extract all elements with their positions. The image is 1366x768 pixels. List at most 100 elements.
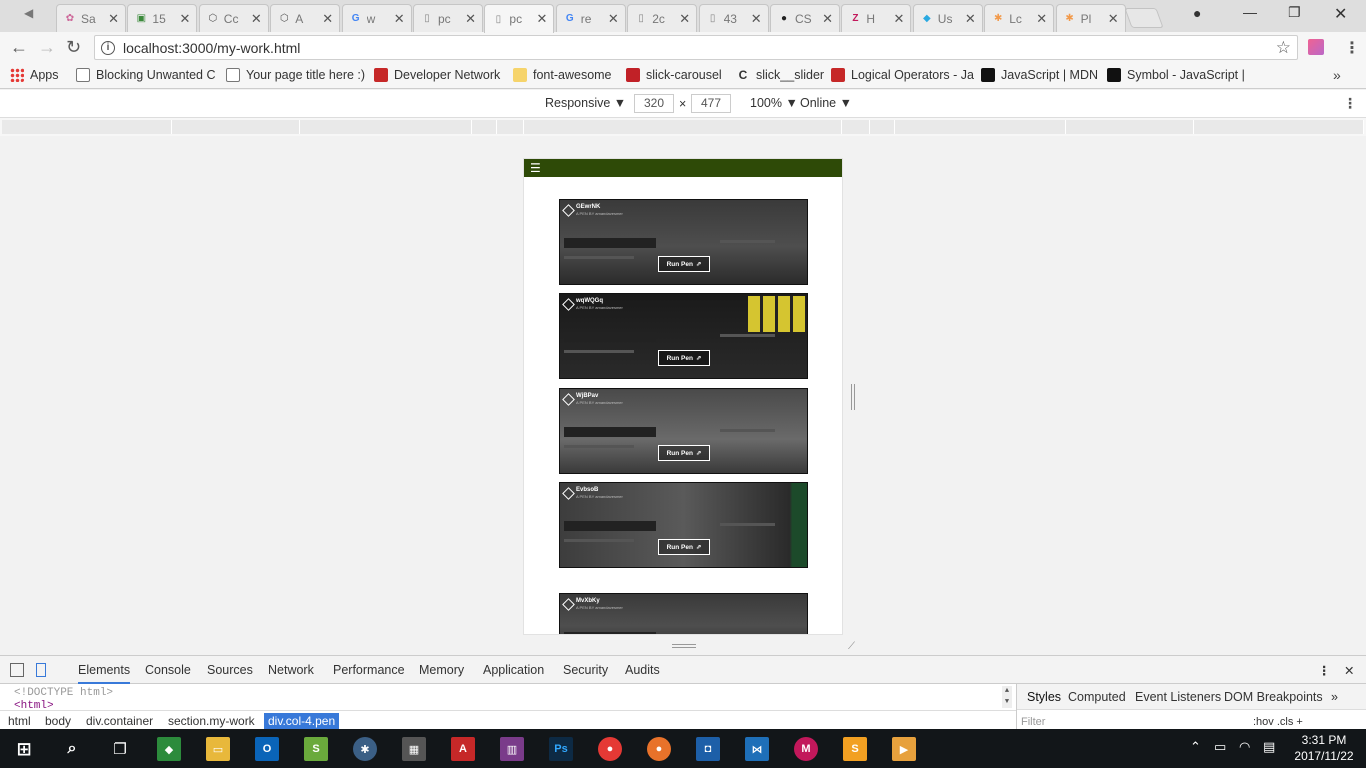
devtools-tab-network[interactable]: Network [268,663,314,677]
browser-tab[interactable]: ▯ pc ✕ [484,4,555,33]
profile-icon[interactable]: ● [1193,5,1201,21]
media-query-ruler[interactable] [0,118,1366,136]
breadcrumb-item[interactable]: section.my-work [164,713,259,729]
browser-tab[interactable]: ● CS ✕ [770,4,840,32]
close-tab-icon[interactable]: ✕ [465,11,476,27]
ruler-segment[interactable] [842,120,870,134]
browser-tab[interactable]: ✱ Lc ✕ [984,4,1055,32]
media-player-icon[interactable]: ▶ [892,737,916,761]
sourcetree-icon[interactable]: ◆ [157,737,181,761]
ruler-segment[interactable] [1194,120,1364,134]
system-clock[interactable]: 3:31 PM 2017/11/22 [1294,732,1354,764]
sidebar-more-icon[interactable]: » [1331,690,1338,704]
devtools-tab-sources[interactable]: Sources [207,663,253,677]
address-bar[interactable]: i localhost:3000/my-work.html ☆ [94,35,1298,60]
bookmark-symbol-javascript[interactable]: Symbol - JavaScript | [1107,68,1245,82]
devtools-tab-security[interactable]: Security [563,663,608,677]
styles-filter-extras[interactable]: :hov .cls + [1253,716,1303,728]
tab-app-icon[interactable]: ◘ [696,737,720,761]
winrar-icon[interactable]: ▥ [500,737,524,761]
ruler-segment[interactable] [472,120,497,134]
close-tab-icon[interactable]: ✕ [1108,11,1119,27]
bookmark-font-awesome[interactable]: font-awesome [513,68,612,82]
battery-icon[interactable]: ▭ [1214,739,1226,755]
browser-tab[interactable]: ▯ 43 ✕ [698,4,769,32]
browser-tab[interactable]: ▯ pc ✕ [413,4,483,32]
run-pen-button[interactable]: Run Pen ⇗ [658,350,710,366]
bookmark-javascript-mdn[interactable]: JavaScript | MDN [981,68,1098,82]
browser-tab[interactable]: Z H ✕ [841,4,912,32]
zoom-select[interactable]: 100% ▼ [750,96,798,110]
search-icon[interactable]: ⌕ [60,737,84,761]
browser-tab[interactable]: ⬡ A ✕ [270,4,341,32]
tray-expand-icon[interactable]: ⌃ [1190,739,1201,755]
ruler-segment[interactable] [172,120,300,134]
devtools-tab-performance[interactable]: Performance [333,663,405,677]
breadcrumb-item[interactable]: html [4,713,35,729]
bookmark-slick-slider[interactable]: C slick__slider [736,68,824,82]
bookmark-slick-carousel[interactable]: slick-carousel [626,68,722,82]
reload-button[interactable]: ↻ [66,37,81,57]
ruler-segment[interactable] [1066,120,1194,134]
breadcrumb-item[interactable]: body [41,713,75,729]
bookmark-logical-operators[interactable]: Logical Operators - Ja [831,68,974,82]
forward-button[interactable]: → [38,37,56,57]
pen-card[interactable]: GEwrNK A PEN BY amandavesmer Run Pen ⇗ [559,199,808,285]
device-toolbar-menu-icon[interactable]: ⋮ [1343,95,1357,112]
resize-height-handle[interactable] [672,644,696,648]
minimize-window-button[interactable]: — [1243,4,1257,20]
close-tab-icon[interactable]: ✕ [1036,11,1047,27]
sidebar-tab-styles[interactable]: Styles [1027,690,1061,704]
outlook-icon[interactable]: O [255,737,279,761]
devtools-tab-audits[interactable]: Audits [625,663,660,677]
more-bookmarks-icon[interactable]: » [1333,67,1341,83]
back-button[interactable]: ← [10,37,28,57]
browser-tab[interactable]: Gre ✕ [555,4,626,32]
site-info-icon[interactable]: i [101,40,115,55]
breadcrumb-item[interactable]: div.container [82,713,157,729]
bookmark-star-icon[interactable]: ☆ [1276,38,1291,58]
device-select[interactable]: Responsive ▼ [545,96,626,110]
calculator-icon[interactable]: ▦ [402,737,426,761]
tab-scroll-left-icon[interactable]: ◀︎ [24,6,33,20]
close-tab-icon[interactable]: ✕ [108,11,119,27]
resize-width-handle[interactable] [851,384,855,410]
sidebar-tab-event-listeners[interactable]: Event Listeners [1135,690,1221,704]
close-tab-icon[interactable]: ✕ [394,11,405,27]
close-tab-icon[interactable]: ✕ [965,11,976,27]
close-tab-icon[interactable]: ✕ [251,11,262,27]
close-window-button[interactable]: ✕ [1334,4,1347,24]
extension-icon[interactable] [1308,39,1324,55]
ruler-segment[interactable] [870,120,895,134]
close-tab-icon[interactable]: ✕ [751,11,762,27]
photoshop-icon[interactable]: Ps [549,737,573,761]
inspect-element-icon[interactable] [10,663,24,677]
devtools-menu-icon[interactable]: ⋮ [1318,663,1331,678]
close-tab-icon[interactable]: ✕ [322,11,333,27]
acrobat-icon[interactable]: A [451,737,475,761]
run-pen-button[interactable]: Run Pen ⇗ [658,256,710,272]
bookmark-page-title[interactable]: Your page title here :) [226,68,365,82]
browser-tab[interactable]: ✿ Sa ✕ [56,4,126,32]
browser-tab[interactable]: ▣ 15 ✕ [127,4,198,32]
close-tab-icon[interactable]: ✕ [893,11,904,27]
close-devtools-icon[interactable]: ✕ [1344,663,1354,678]
hamburger-icon[interactable]: ☰ [530,162,541,174]
file-explorer-icon[interactable]: ▭ [206,737,230,761]
close-tab-icon[interactable]: ✕ [822,11,833,27]
chrome-icon[interactable]: ● [598,737,622,761]
pen-card[interactable]: wqWQGq A PEN BY amandavesmer Run Pen ⇗ [559,293,808,379]
devtools-tab-application[interactable]: Application [483,663,544,677]
firefox-icon[interactable]: ● [647,737,671,761]
app-m-icon[interactable]: M [794,737,818,761]
styles-filter-input[interactable]: Filter [1021,716,1045,728]
pen-card[interactable]: EvbsoB A PEN BY amandavesmer Run Pen ⇗ [559,482,808,568]
browser-tab[interactable]: ✱ Pl ✕ [1055,4,1126,32]
sublime-text-icon[interactable]: S [843,737,867,761]
dom-scrollbar[interactable]: ▲ ▼ [1002,686,1012,708]
app-globe-icon[interactable]: ✱ [353,737,377,761]
devtools-tab-console[interactable]: Console [145,663,191,677]
sidebar-tab-dom-breakpoints[interactable]: DOM Breakpoints [1224,690,1323,704]
device-toggle-icon[interactable] [36,663,46,677]
task-view-icon[interactable]: ❐ [108,737,132,761]
